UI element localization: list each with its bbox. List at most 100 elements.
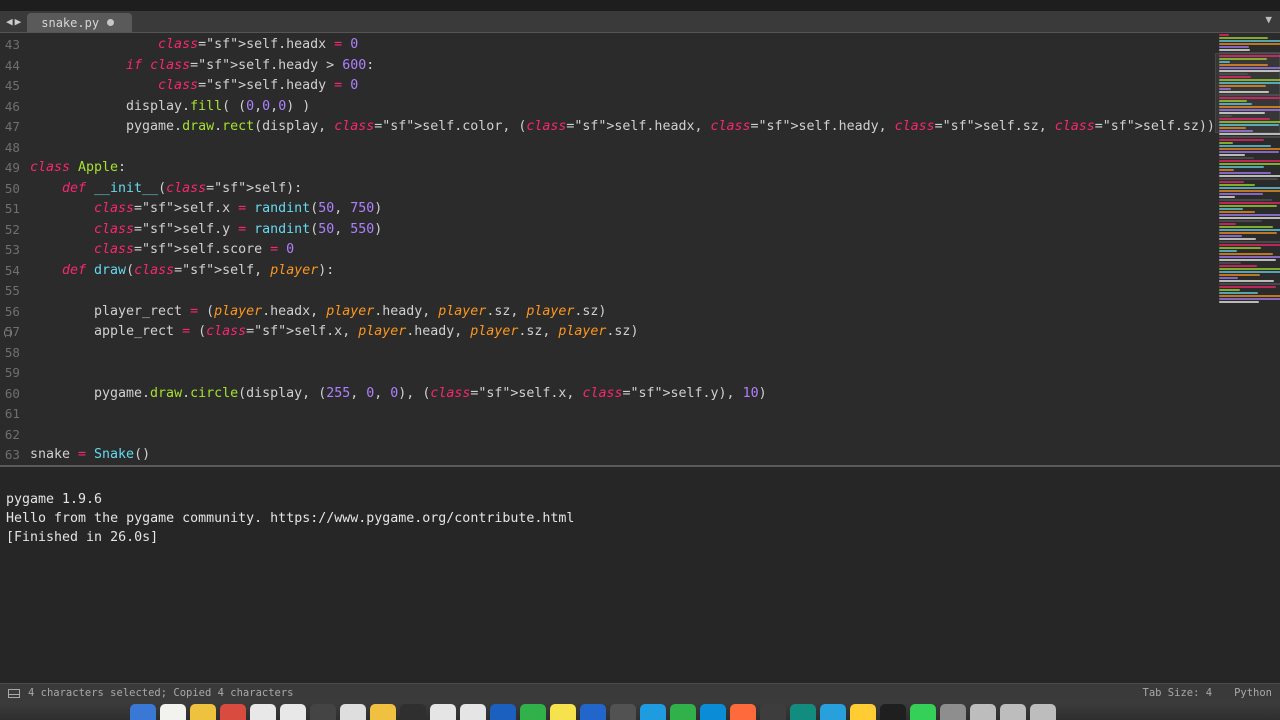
nav-forward-icon[interactable]: ▶ (15, 15, 22, 28)
dock-app-icon[interactable] (1000, 704, 1026, 720)
minimap-line (1219, 283, 1280, 285)
minimap-line (1219, 52, 1280, 54)
line-number: 50 (0, 179, 30, 200)
dock-app-icon[interactable] (580, 704, 606, 720)
minimap-line (1219, 55, 1280, 57)
line-number: 63 (0, 445, 30, 466)
line-number: 60 (0, 384, 30, 405)
line-number: 55 (0, 281, 30, 302)
minimap-line (1219, 298, 1280, 300)
tab-strip: ◀ ▶ snake.py ▼ (0, 11, 1280, 33)
minimap-line (1219, 103, 1252, 105)
minimap-line (1219, 196, 1235, 198)
line-number: 61 (0, 404, 30, 425)
minimap-line (1219, 181, 1244, 183)
dock-app-icon[interactable] (130, 704, 156, 720)
minimap-line (1219, 202, 1280, 204)
dock-app-icon[interactable] (310, 704, 336, 720)
dock-app-icon[interactable] (460, 704, 486, 720)
dock-app-icon[interactable] (610, 704, 636, 720)
minimap-line (1219, 64, 1268, 66)
minimap-line (1219, 97, 1280, 99)
dock-app-icon[interactable] (370, 704, 396, 720)
build-output-panel[interactable]: pygame 1.9.6 Hello from the pygame commu… (0, 465, 1280, 683)
minimap-line (1219, 151, 1279, 153)
line-number: 57 (0, 322, 30, 343)
dock-app-icon[interactable] (940, 704, 966, 720)
minimap-line (1219, 259, 1276, 261)
minimap-line (1219, 217, 1280, 219)
status-tab-size[interactable]: Tab Size: 4 (1143, 687, 1213, 699)
minimap-line (1219, 112, 1265, 114)
status-language[interactable]: Python (1234, 687, 1272, 699)
minimap-line (1219, 37, 1268, 39)
minimap-line (1219, 190, 1280, 192)
dock-app-icon[interactable] (250, 704, 276, 720)
minimap-line (1219, 121, 1280, 123)
minimap-line (1219, 40, 1280, 42)
minimap-line (1219, 229, 1280, 231)
minimap-line (1219, 67, 1280, 69)
line-number: 44 (0, 56, 30, 77)
console-line: pygame 1.9.6 (6, 492, 102, 507)
minimap-line (1219, 142, 1233, 144)
macos-dock[interactable] (0, 702, 1280, 720)
code-area[interactable]: class="sf">self.headx = 0 if class="sf">… (30, 33, 1215, 465)
line-number: 53 (0, 240, 30, 261)
dock-app-icon[interactable] (160, 704, 186, 720)
dock-app-icon[interactable] (340, 704, 366, 720)
dock-app-icon[interactable] (820, 704, 846, 720)
minimap-line (1219, 226, 1273, 228)
minimap-line (1219, 172, 1271, 174)
line-number: 45 (0, 76, 30, 97)
dock-app-icon[interactable] (850, 704, 876, 720)
minimap-line (1219, 280, 1274, 282)
minimap-line (1219, 85, 1266, 87)
nav-back-icon[interactable]: ◀ (6, 15, 13, 28)
dock-app-icon[interactable] (1030, 704, 1056, 720)
minimap-line (1219, 73, 1248, 75)
minimap-line (1219, 244, 1280, 246)
dock-app-icon[interactable] (970, 704, 996, 720)
dock-app-icon[interactable] (220, 704, 246, 720)
tab-filename: snake.py (41, 16, 99, 30)
console-line: Hello from the pygame community. https:/… (6, 511, 574, 526)
minimap-line (1219, 289, 1240, 291)
minimap-line (1219, 109, 1280, 111)
dock-app-icon[interactable] (520, 704, 546, 720)
dock-app-icon[interactable] (730, 704, 756, 720)
minimap-line (1219, 76, 1251, 78)
line-number: 43 (0, 35, 30, 56)
dock-app-icon[interactable] (880, 704, 906, 720)
tab-menu-chevron-icon[interactable]: ▼ (1265, 13, 1272, 26)
dock-app-icon[interactable] (190, 704, 216, 720)
dock-app-icon[interactable] (670, 704, 696, 720)
dock-app-icon[interactable] (490, 704, 516, 720)
minimap-line (1219, 163, 1280, 165)
dock-app-icon[interactable] (640, 704, 666, 720)
file-tab[interactable]: snake.py (27, 13, 132, 32)
dock-app-icon[interactable] (790, 704, 816, 720)
minimap[interactable] (1215, 33, 1280, 465)
minimap-line (1219, 139, 1264, 141)
dock-app-icon[interactable] (700, 704, 726, 720)
line-number: 56 (0, 302, 30, 323)
dock-app-icon[interactable] (910, 704, 936, 720)
panel-toggle-icon[interactable] (8, 689, 20, 698)
code-editor[interactable]: 4344454647484950515253545556575859606162… (0, 33, 1280, 465)
dock-app-icon[interactable] (280, 704, 306, 720)
dock-app-icon[interactable] (550, 704, 576, 720)
minimap-line (1219, 184, 1255, 186)
minimap-line (1219, 295, 1280, 297)
minimap-line (1219, 94, 1280, 96)
minimap-line (1219, 208, 1243, 210)
dock-app-icon[interactable] (430, 704, 456, 720)
minimap-line (1219, 250, 1237, 252)
minimap-line (1219, 238, 1256, 240)
minimap-line (1219, 199, 1272, 201)
minimap-line (1219, 46, 1249, 48)
minimap-line (1219, 169, 1234, 171)
dock-app-icon[interactable] (760, 704, 786, 720)
dock-app-icon[interactable] (400, 704, 426, 720)
line-number: 54 (0, 261, 30, 282)
